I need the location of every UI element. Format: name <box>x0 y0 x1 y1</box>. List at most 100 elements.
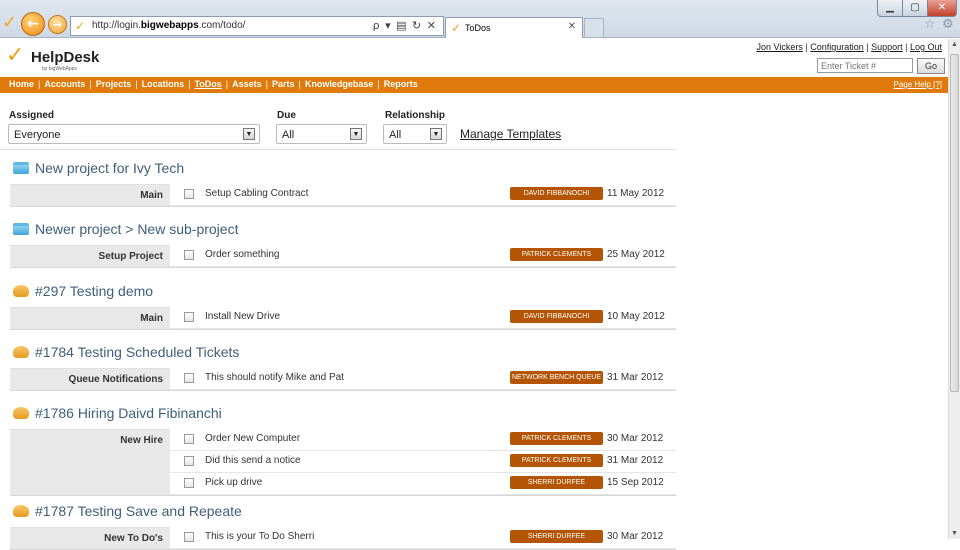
todo-row: Order something PATRICK CLEMENTS 25 May 20… <box>170 245 676 267</box>
todo-row: Setup Cabling Contract DAVID FIBBANOCHI 11… <box>170 184 676 206</box>
logo-check-icon: ✓ <box>6 43 25 68</box>
back-button[interactable]: ← <box>21 12 45 36</box>
ticket-icon <box>13 285 29 297</box>
configuration-link[interactable]: Configuration <box>810 42 864 52</box>
browser-logo-icon: ✓ <box>2 12 18 33</box>
group-divider <box>10 329 676 330</box>
relationship-select[interactable]: All ▼ <box>383 124 447 144</box>
todo-row: Pick up drive SHERRI DURFEE 15 Sep 2012 <box>170 473 676 495</box>
ticket-icon <box>13 346 29 358</box>
assignee-badge: NETWORK BENCH QUEUE <box>510 371 603 384</box>
support-link[interactable]: Support <box>871 42 903 52</box>
due-date: 15 Sep 2012 <box>607 477 664 488</box>
due-date: 30 Mar 2012 <box>607 433 664 444</box>
user-link[interactable]: Jon Vickers <box>757 42 803 52</box>
scroll-up-icon[interactable]: ▲ <box>951 41 958 48</box>
page-scrollbar[interactable]: ▲ ▼ <box>948 39 960 539</box>
todo-row: Order New Computer PATRICK CLEMENTS 30 Mar… <box>170 429 676 451</box>
nav-item-accounts[interactable]: Accounts <box>44 79 85 89</box>
group-divider <box>10 495 676 496</box>
todo-text: This should notify Mike and Pat <box>205 372 344 383</box>
close-tab-icon[interactable]: ✕ <box>568 21 576 32</box>
category-cell: New To Do's <box>10 527 170 549</box>
assignee-badge: DAVID FIBBANOCHI <box>510 310 603 323</box>
close-window-button[interactable]: ✕ <box>927 0 957 17</box>
category-cell: Queue Notifications <box>10 368 170 390</box>
address-tools-icon[interactable]: ρ ▾ ▤ ↻ ✕ <box>373 19 437 32</box>
folder-icon <box>13 162 29 174</box>
project-group-title[interactable]: #297 Testing demo <box>13 283 153 299</box>
group-divider <box>10 206 676 207</box>
maximize-button[interactable]: ▢ <box>902 0 928 17</box>
todo-row: This should notify Mike and Pat NETWORK B… <box>170 368 676 390</box>
due-label: Due <box>277 110 296 121</box>
project-group-title[interactable]: #1787 Testing Save and Repeate <box>13 503 242 519</box>
project-group-title[interactable]: #1784 Testing Scheduled Tickets <box>13 344 239 360</box>
scroll-down-icon[interactable]: ▼ <box>951 530 958 537</box>
assigned-select[interactable]: Everyone ▼ <box>8 124 260 144</box>
user-links: Jon Vickers | Configuration | Support | … <box>756 42 943 52</box>
due-date: 25 May 2012 <box>607 249 665 260</box>
nav-item-projects[interactable]: Projects <box>96 79 132 89</box>
todo-row: Install New Drive DAVID FIBBANOCHI 10 May … <box>170 307 676 329</box>
todo-text: Pick up drive <box>205 477 263 488</box>
address-bar[interactable]: ✓ http://login.bigwebapps.com/todo/ ρ ▾ … <box>70 16 444 36</box>
project-group-title[interactable]: #1786 Hiring Daivd Fibinanchi <box>13 405 222 421</box>
due-date: 10 May 2012 <box>607 311 665 322</box>
tab-favicon-icon: ✓ <box>451 21 462 35</box>
category-label: Setup Project <box>98 251 163 262</box>
dropdown-arrow-icon: ▼ <box>243 128 255 140</box>
todo-checkbox[interactable] <box>184 312 194 322</box>
logout-link[interactable]: Log Out <box>910 42 942 52</box>
nav-item-todos[interactable]: ToDos <box>194 79 221 89</box>
assigned-label: Assigned <box>9 110 55 121</box>
project-group-title[interactable]: New project for Ivy Tech <box>13 160 184 176</box>
group-divider <box>10 390 676 391</box>
app-header: ✓ HelpDesk by bigWebApps Jon Vickers | C… <box>0 39 948 77</box>
manage-templates-link[interactable]: Manage Templates <box>460 127 561 141</box>
address-url: http://login.bigwebapps.com/todo/ <box>92 20 246 31</box>
assignee-badge: SHERRI DURFEE <box>510 476 603 489</box>
due-date: 30 Mar 2012 <box>607 531 664 542</box>
todo-text: Order New Computer <box>205 433 301 444</box>
new-tab-button[interactable] <box>584 18 604 38</box>
todo-checkbox[interactable] <box>184 189 194 199</box>
nav-item-assets[interactable]: Assets <box>232 79 262 89</box>
nav-item-knowledgebase[interactable]: Knowledgebase <box>305 79 374 89</box>
assignee-badge: SHERRI DURFEE <box>510 530 603 543</box>
todo-checkbox[interactable] <box>184 456 194 466</box>
dropdown-arrow-icon: ▼ <box>430 128 442 140</box>
due-date: 11 May 2012 <box>607 188 665 199</box>
todo-checkbox[interactable] <box>184 478 194 488</box>
todo-text: Install New Drive <box>205 311 281 322</box>
todo-text: This is your To Do Sherri <box>205 531 315 542</box>
minimize-button[interactable]: ▁ <box>877 0 903 17</box>
category-label: Main <box>140 313 163 324</box>
todo-checkbox[interactable] <box>184 250 194 260</box>
ticket-number-input[interactable] <box>817 58 913 73</box>
todo-checkbox[interactable] <box>184 434 194 444</box>
nav-separator: | <box>265 79 269 89</box>
scrollbar-thumb[interactable] <box>950 54 959 392</box>
nav-item-home[interactable]: Home <box>9 79 34 89</box>
nav-item-locations[interactable]: Locations <box>142 79 185 89</box>
project-group-title[interactable]: Newer project > New sub-project <box>13 221 238 237</box>
todo-row: This is your To Do Sherri SHERRI DURFEE 30… <box>170 527 676 549</box>
settings-gear-icon[interactable]: ⚙ <box>942 17 954 32</box>
todo-checkbox[interactable] <box>184 373 194 383</box>
todo-row: Did this send a notice PATRICK CLEMENTS 31… <box>170 451 676 473</box>
page-help-link[interactable]: Page Help [?] <box>894 80 942 89</box>
browser-tab-todos[interactable]: ✓ ToDos ✕ <box>445 17 583 38</box>
category-cell: Main <box>10 307 170 329</box>
due-select[interactable]: All ▼ <box>276 124 367 144</box>
forward-button[interactable]: → <box>48 15 67 34</box>
nav-item-reports[interactable]: Reports <box>384 79 418 89</box>
favorites-star-icon[interactable]: ☆ <box>924 17 936 32</box>
nav-item-parts[interactable]: Parts <box>272 79 295 89</box>
todo-checkbox[interactable] <box>184 532 194 542</box>
nav-separator: | <box>377 79 380 89</box>
todo-text: Order something <box>205 249 280 260</box>
assignee-badge: PATRICK CLEMENTS <box>510 248 603 261</box>
go-button[interactable]: Go <box>917 58 945 74</box>
due-date: 31 Mar 2012 <box>607 372 664 383</box>
